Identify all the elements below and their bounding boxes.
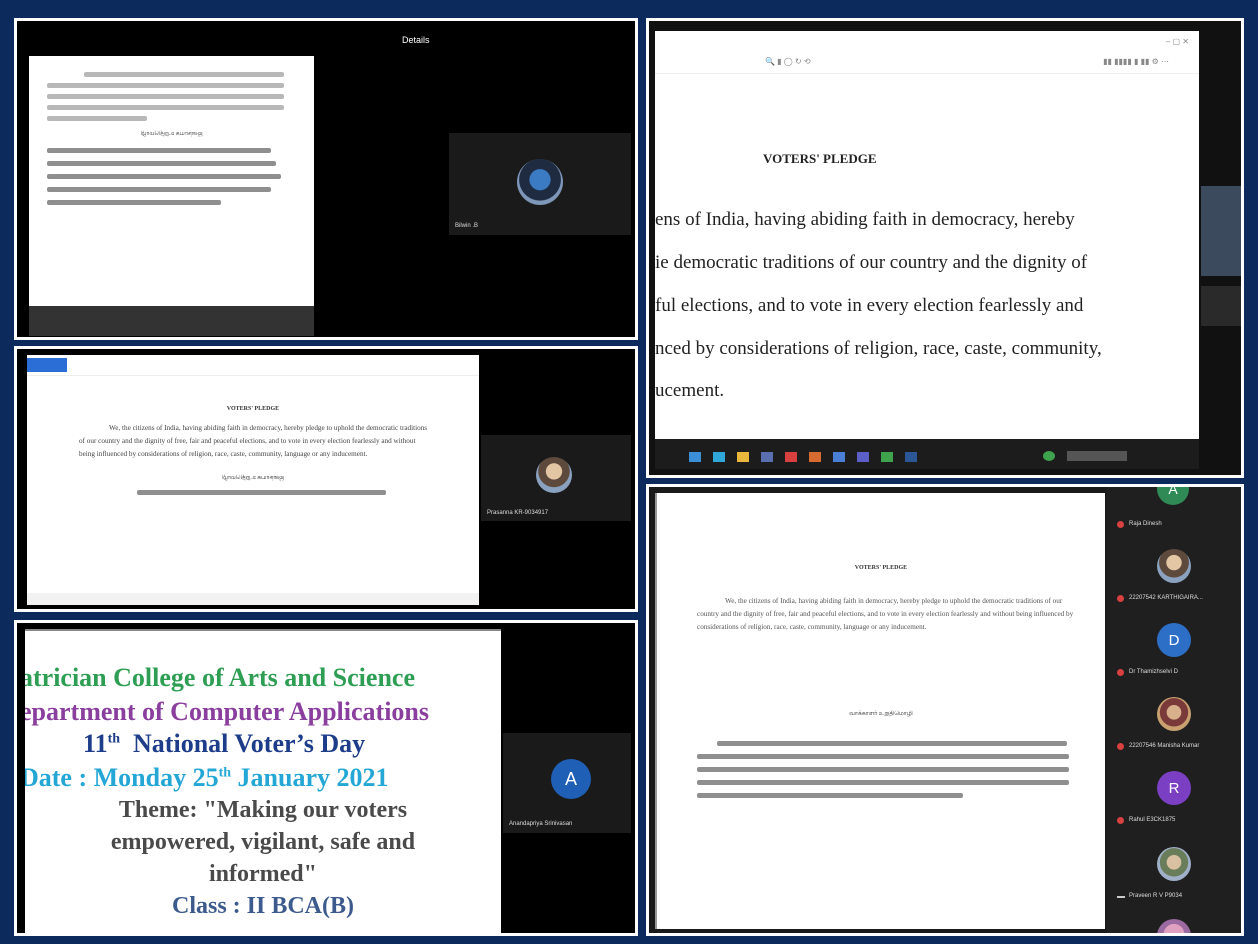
participant-name: 22207542 KARTHIGAIRA... <box>1129 595 1203 601</box>
participant-avatar: A <box>551 759 591 799</box>
doc-toolbar <box>27 355 479 376</box>
pledge-line-2: ie democratic traditions of our country … <box>655 252 1088 273</box>
tray-area[interactable] <box>1039 447 1189 462</box>
chrome-icon[interactable] <box>881 452 893 463</box>
window-toolbar: – ▢ ✕ 🔍 ▮ ◯ ↻ ⟲ ▮▮ ▮▮▮▮ ▮ ▮▮ ⚙ ⋯ <box>655 31 1199 74</box>
screen-capture-2: – ▢ ✕ 🔍 ▮ ◯ ↻ ⟲ ▮▮ ▮▮▮▮ ▮ ▮▮ ⚙ ⋯ VOTERS'… <box>646 18 1244 478</box>
participant-item[interactable]: Dr Thamizhselvi D <box>1107 667 1241 681</box>
participant-avatar <box>517 159 563 205</box>
pledge-line-3: ful elections, and to vote in every elec… <box>655 295 1084 316</box>
participant-name: Prasanna KR-9034917 <box>487 510 549 516</box>
title-slide: atrician College of Arts and Science epa… <box>25 629 501 933</box>
tamil-heading: வாக்காளர் உறுதிமொழி <box>849 711 913 717</box>
participant-item[interactable]: Praveen R V P9034 <box>1107 891 1241 905</box>
store-icon[interactable] <box>761 452 773 463</box>
slide-edition-number: 11 <box>83 729 108 758</box>
slide-department: epartment of Computer Applications <box>25 697 430 726</box>
tamil-paragraph <box>697 733 1077 806</box>
mic-icon <box>1117 896 1125 898</box>
slide-edition-suffix: th <box>107 731 121 747</box>
muted-mic-icon <box>1117 521 1124 528</box>
slide-theme-line-3: informed" <box>209 861 317 887</box>
pledge-paragraph: We, the citizens of India, having abidin… <box>79 424 428 458</box>
participant-tile-3[interactable]: A Anandapriya Srinivasan <box>503 733 631 833</box>
app-icon[interactable] <box>833 452 845 463</box>
muted-mic-icon <box>1117 669 1124 676</box>
document-window: VOTERS' PLEDGE We, the citizens of India… <box>27 355 479 605</box>
participant-avatar <box>1157 549 1191 583</box>
slide-date-month: January 2021 <box>237 763 389 792</box>
document-window: – ▢ ✕ 🔍 ▮ ◯ ↻ ⟲ ▮▮ ▮▮▮▮ ▮ ▮▮ ⚙ ⋯ VOTERS'… <box>655 31 1199 439</box>
pledge-line-1: ens of India, having abiding faith in de… <box>655 209 1075 230</box>
slide-event-title: 11th National Voter’s Day <box>83 729 365 759</box>
participant-name: Anandapriya Srinivasan <box>509 821 573 827</box>
participant-item[interactable]: Raja Dinesh <box>1107 519 1241 533</box>
screen-capture-5: VOTERS' PLEDGE We, the citizens of India… <box>646 484 1244 936</box>
pledge-heading: VOTERS' PLEDGE <box>854 565 908 571</box>
participants-panel: A Raja Dinesh 22207542 KARTHIGAIRA... D … <box>1107 487 1241 933</box>
doc-tab[interactable] <box>27 358 67 372</box>
collage-background: { "panel1": { "header": "Details", "part… <box>0 0 1258 944</box>
tamil-heading-mirrored: ஜனநாயக உறுதிமொழி <box>221 475 285 481</box>
slide-event-name: National Voter’s Day <box>133 729 366 758</box>
screen-capture-4: atrician College of Arts and Science epa… <box>14 620 638 936</box>
participant-name: Dr Thamizhselvi D <box>1129 669 1178 675</box>
details-header: Details <box>402 35 430 45</box>
participant-name: Praveen R V P9034 <box>1129 893 1183 899</box>
zoom-icons[interactable]: 🔍 ▮ ◯ ↻ ⟲ <box>765 57 811 66</box>
mirrored-tamil-heading: ஜனநாயக உறுதிமொழி <box>140 131 203 137</box>
pledge-heading: VOTERS' PLEDGE <box>763 151 877 166</box>
participant-name: 22207546 Manisha Kumar <box>1129 743 1200 749</box>
share-controls[interactable]: ▮▮ ▮▮▮▮ ▮ ▮▮ ⚙ ⋯ <box>1103 57 1169 66</box>
screen-capture-3: VOTERS' PLEDGE We, the citizens of India… <box>14 346 638 612</box>
participant-name: Raja Dinesh <box>1129 521 1162 527</box>
clock-icon[interactable] <box>1067 451 1127 462</box>
participant-tile-1[interactable]: Bilwin .B <box>449 133 631 235</box>
slide-date-suffix: th <box>218 765 232 781</box>
slide-date: Date : Monday 25th January 2021 <box>25 763 389 793</box>
slide-theme-line-1: Theme: "Making our voters <box>118 797 408 823</box>
pledge-line-5: ucement. <box>655 380 725 401</box>
doc-taskbar <box>27 593 479 605</box>
participant-name: Bilwin .B <box>455 223 479 229</box>
mirrored-document: ஜனநாயக உறுதிமொழி <box>29 56 314 306</box>
muted-mic-icon <box>1117 595 1124 602</box>
start-icon[interactable] <box>689 452 701 463</box>
slide-theme-line-2: empowered, vigilant, safe and <box>110 829 416 855</box>
slide-college-name: atrician College of Arts and Science <box>25 663 415 692</box>
slide-date-prefix: Date : Monday 25 <box>25 763 219 792</box>
screen-capture-1: Details ஜனநாயக உறுதிமொழி Bilwin .B <box>14 18 638 340</box>
participant-name: Rahul E3CK1875 <box>1129 817 1176 823</box>
side-strip <box>1201 186 1241 276</box>
tray-app-icon[interactable] <box>1043 451 1055 462</box>
taskbar <box>655 439 1199 469</box>
participant-avatar-top: A <box>1157 487 1189 505</box>
muted-mic-icon <box>1117 743 1124 750</box>
participant-avatar <box>1157 697 1191 731</box>
participant-avatar <box>536 457 572 493</box>
participant-tile-2[interactable]: Prasanna KR-9034917 <box>481 435 631 521</box>
participant-avatar: R <box>1157 771 1191 805</box>
slide-class: Class : II BCA(B) <box>171 893 354 919</box>
document-window: VOTERS' PLEDGE We, the citizens of India… <box>655 493 1105 929</box>
folder-icon[interactable] <box>737 452 749 463</box>
teams-icon[interactable] <box>857 452 869 463</box>
document-footer-bar <box>29 306 314 336</box>
participant-avatar-partial <box>1157 919 1191 933</box>
pledge-paragraph: We, the citizens of India, having abidin… <box>697 597 1074 631</box>
muted-mic-icon <box>1117 817 1124 824</box>
participant-avatar <box>1157 847 1191 881</box>
ppt-icon[interactable] <box>809 452 821 463</box>
participant-item[interactable]: 22207546 Manisha Kumar <box>1107 741 1241 755</box>
participant-avatar: D <box>1157 623 1191 657</box>
word-icon[interactable] <box>905 452 917 463</box>
side-strip-2 <box>1201 286 1241 326</box>
participant-item[interactable]: Rahul E3CK1875 <box>1107 815 1241 829</box>
window-controls[interactable]: – ▢ ✕ <box>1166 37 1189 46</box>
pdf-icon[interactable] <box>785 452 797 463</box>
browser-icon[interactable] <box>713 452 725 463</box>
participant-item[interactable]: 22207542 KARTHIGAIRA... <box>1107 593 1241 607</box>
pledge-line-4: nced by considerations of religion, race… <box>655 338 1102 359</box>
